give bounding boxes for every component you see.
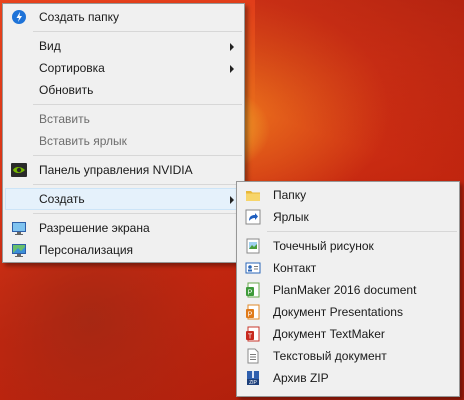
submenu-item-label: Контакт bbox=[273, 261, 317, 275]
menu-item-personalization[interactable]: Персонализация bbox=[5, 239, 242, 261]
menu-item-label: Сортировка bbox=[39, 61, 105, 75]
submenu-item-label: Точечный рисунок bbox=[273, 239, 374, 253]
menu-item-screen-resolution[interactable]: Разрешение экрана bbox=[5, 217, 242, 239]
menu-item-label: Вставить bbox=[39, 112, 90, 126]
nvidia-icon bbox=[11, 162, 27, 178]
submenu-item-presentations[interactable]: P Документ Presentations bbox=[239, 301, 457, 323]
planmaker-icon: P bbox=[245, 282, 261, 298]
cortana-circle-icon bbox=[11, 9, 27, 25]
svg-text:ZIP: ZIP bbox=[249, 380, 257, 386]
menu-separator bbox=[33, 155, 242, 156]
submenu-item-folder[interactable]: Папку bbox=[239, 184, 457, 206]
menu-item-paste[interactable]: Вставить bbox=[5, 108, 242, 130]
menu-item-label: Панель управления NVIDIA bbox=[39, 163, 193, 177]
menu-item-label: Персонализация bbox=[39, 243, 134, 257]
submenu-item-label: Документ TextMaker bbox=[273, 327, 385, 341]
submenu-item-textmaker[interactable]: T Документ TextMaker bbox=[239, 323, 457, 345]
menu-item-label: Разрешение экрана bbox=[39, 221, 150, 235]
submenu-item-contact[interactable]: Контакт bbox=[239, 257, 457, 279]
menu-item-refresh[interactable]: Обновить bbox=[5, 79, 242, 101]
zip-archive-icon: ZIP bbox=[245, 370, 261, 386]
personalize-monitor-icon bbox=[11, 242, 27, 258]
folder-icon bbox=[245, 187, 261, 203]
menu-separator bbox=[33, 31, 242, 32]
menu-separator bbox=[33, 184, 242, 185]
menu-item-label: Обновить bbox=[39, 83, 94, 97]
submenu-item-label: Папку bbox=[273, 188, 307, 202]
submenu-arrow-icon bbox=[230, 196, 234, 204]
submenu-item-label: Текстовый документ bbox=[273, 349, 387, 363]
monitor-icon bbox=[11, 220, 27, 236]
menu-item-label: Вид bbox=[39, 39, 61, 53]
bitmap-icon bbox=[245, 238, 261, 254]
menu-item-paste-shortcut[interactable]: Вставить ярлык bbox=[5, 130, 242, 152]
create-submenu: Папку Ярлык Точечный рисунок Контакт P P… bbox=[236, 181, 460, 397]
svg-text:P: P bbox=[248, 312, 253, 319]
submenu-item-planmaker[interactable]: P PlanMaker 2016 document bbox=[239, 279, 457, 301]
menu-separator bbox=[267, 231, 457, 232]
menu-item-label: Создать bbox=[39, 192, 85, 206]
menu-item-view[interactable]: Вид bbox=[5, 35, 242, 57]
desktop-context-menu: Создать папку Вид Сортировка Обновить Вс… bbox=[2, 3, 245, 263]
shortcut-icon bbox=[245, 209, 261, 225]
submenu-arrow-icon bbox=[230, 43, 234, 51]
menu-item-nvidia-control-panel[interactable]: Панель управления NVIDIA bbox=[5, 159, 242, 181]
presentations-icon: P bbox=[245, 304, 261, 320]
menu-item-sort[interactable]: Сортировка bbox=[5, 57, 242, 79]
submenu-item-bitmap[interactable]: Точечный рисунок bbox=[239, 235, 457, 257]
submenu-item-text-document[interactable]: Текстовый документ bbox=[239, 345, 457, 367]
menu-item-create-folder[interactable]: Создать папку bbox=[5, 6, 242, 28]
svg-text:P: P bbox=[248, 290, 253, 297]
submenu-arrow-icon bbox=[230, 65, 234, 73]
menu-item-label: Создать папку bbox=[39, 10, 119, 24]
submenu-item-shortcut[interactable]: Ярлык bbox=[239, 206, 457, 228]
submenu-item-label: PlanMaker 2016 document bbox=[273, 283, 417, 297]
submenu-item-label: Ярлык bbox=[273, 210, 309, 224]
submenu-item-label: Архив ZIP bbox=[273, 371, 329, 385]
text-document-icon bbox=[245, 348, 261, 364]
menu-item-label: Вставить ярлык bbox=[39, 134, 127, 148]
submenu-item-label: Документ Presentations bbox=[273, 305, 403, 319]
submenu-item-zip-archive[interactable]: ZIP Архив ZIP bbox=[239, 367, 457, 389]
menu-item-create[interactable]: Создать bbox=[5, 188, 242, 210]
svg-text:T: T bbox=[248, 334, 253, 341]
textmaker-icon: T bbox=[245, 326, 261, 342]
contact-card-icon bbox=[245, 260, 261, 276]
menu-separator bbox=[33, 213, 242, 214]
menu-separator bbox=[33, 104, 242, 105]
